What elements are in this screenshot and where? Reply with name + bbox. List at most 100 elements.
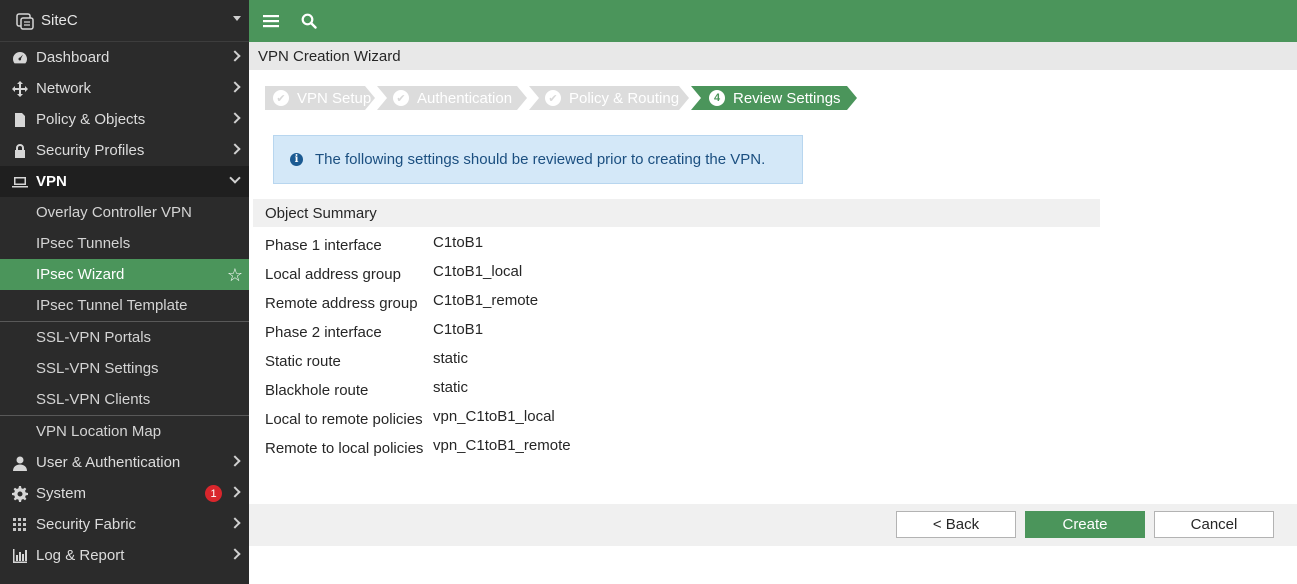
summary-label: Local address group <box>265 266 401 283</box>
network-icon <box>11 80 29 98</box>
sidebar-subitem-overlay-controller-vpn[interactable]: Overlay Controller VPN <box>0 197 249 228</box>
wizard-step-label: Authentication <box>417 89 513 107</box>
sidebar-subitem-vpn-location-map[interactable]: VPN Location Map <box>0 416 249 447</box>
sidebar-item-label: Security Profiles <box>36 142 145 159</box>
user-icon <box>11 454 29 472</box>
info-message: The following settings should be reviewe… <box>315 151 766 168</box>
summary-row: Local to remote policies vpn_C1toB1_local <box>265 406 865 435</box>
sidebar-subitem-ipsec-tunnels[interactable]: IPsec Tunnels <box>0 228 249 259</box>
summary-value: C1toB1_remote <box>433 292 539 309</box>
chevron-right-icon <box>229 112 241 124</box>
sidebar-item-label: User & Authentication <box>36 454 181 471</box>
chevron-right-icon <box>229 548 241 560</box>
summary-label: Static route <box>265 353 341 370</box>
summary-value: static <box>433 379 469 396</box>
sidebar-subitem-ipsec-wizard[interactable]: IPsec Wizard ☆ <box>0 259 249 290</box>
sidebar-item-dashboard[interactable]: Dashboard <box>0 42 249 73</box>
summary-row: Local address group C1toB1_local <box>265 261 865 290</box>
notification-badge: 1 <box>205 485 222 502</box>
sidebar-item-security-profiles[interactable]: Security Profiles <box>0 135 249 166</box>
chevron-right-icon <box>229 517 241 529</box>
site-name: SiteC <box>41 12 78 29</box>
sidebar-subitem-label: VPN Location Map <box>36 423 162 440</box>
summary-row: Static route static <box>265 348 865 377</box>
sidebar-item-system[interactable]: System 1 <box>0 478 249 509</box>
sidebar-subitem-label: SSL-VPN Clients <box>36 391 151 408</box>
hamburger-menu-icon[interactable] <box>263 13 279 29</box>
sidebar: SiteC Dashboard Network Policy & Objects… <box>0 0 249 584</box>
sidebar-item-log-report[interactable]: Log & Report <box>0 540 249 571</box>
summary-value: vpn_C1toB1_local <box>433 408 555 425</box>
sidebar-subitem-label: IPsec Wizard <box>36 266 125 283</box>
summary-label: Phase 1 interface <box>265 237 382 254</box>
chevron-down-icon <box>229 172 241 184</box>
sidebar-item-label: Network <box>36 80 92 97</box>
object-summary-header: Object Summary <box>253 199 1100 227</box>
gear-icon <box>11 485 29 503</box>
sidebar-subitem-label: IPsec Tunnels <box>36 235 131 252</box>
sidebar-item-network[interactable]: Network <box>0 73 249 104</box>
sidebar-item-label: Policy & Objects <box>36 111 146 128</box>
summary-value: C1toB1 <box>433 234 484 251</box>
sidebar-subitem-label: Overlay Controller VPN <box>36 204 192 221</box>
page-title: VPN Creation Wizard <box>249 42 1297 70</box>
sidebar-subitem-ssl-vpn-portals[interactable]: SSL-VPN Portals <box>0 322 249 353</box>
chevron-right-icon <box>229 81 241 93</box>
check-icon: ✔ <box>393 90 409 106</box>
sidebar-item-label: VPN <box>36 173 67 190</box>
summary-label: Remote address group <box>265 295 418 312</box>
summary-label: Local to remote policies <box>265 411 423 428</box>
sidebar-item-label: Log & Report <box>36 547 125 564</box>
sidebar-subitem-label: SSL-VPN Portals <box>36 329 152 346</box>
summary-label: Phase 2 interface <box>265 324 382 341</box>
chevron-right-icon <box>229 455 241 467</box>
summary-value: vpn_C1toB1_remote <box>433 437 571 454</box>
lock-icon <box>11 142 29 160</box>
wizard-step-label: Review Settings <box>733 89 841 107</box>
check-icon: ✔ <box>545 90 561 106</box>
dashboard-icon <box>11 49 29 67</box>
info-icon: i <box>290 153 303 166</box>
summary-row: Remote to local policies vpn_C1toB1_remot… <box>265 435 865 464</box>
summary-value: C1toB1 <box>433 321 484 338</box>
summary-row: Phase 2 interface C1toB1 <box>265 319 865 348</box>
back-button[interactable]: < Back <box>896 511 1016 538</box>
sidebar-item-user-authentication[interactable]: User & Authentication <box>0 447 249 478</box>
wizard-step-label: VPN Setup <box>297 89 372 107</box>
cancel-button[interactable]: Cancel <box>1154 511 1274 538</box>
wizard-step-authentication[interactable]: ✔ Authentication <box>377 86 527 110</box>
create-button[interactable]: Create <box>1025 511 1145 538</box>
wizard-step-review-settings[interactable]: 4 Review Settings <box>691 86 857 110</box>
check-icon: ✔ <box>273 90 289 106</box>
sidebar-subitem-ssl-vpn-clients[interactable]: SSL-VPN Clients <box>0 384 249 415</box>
sidebar-item-security-fabric[interactable]: Security Fabric <box>0 509 249 540</box>
main-content: VPN Creation Wizard ✔ VPN Setup ✔ Authenti… <box>249 42 1297 584</box>
summary-value: static <box>433 350 469 367</box>
site-selector[interactable]: SiteC <box>0 0 249 42</box>
sidebar-subitem-ssl-vpn-settings[interactable]: SSL-VPN Settings <box>0 353 249 384</box>
chevron-right-icon <box>229 50 241 62</box>
wizard-step-label: Policy & Routing <box>569 89 680 107</box>
star-icon[interactable]: ☆ <box>227 265 243 286</box>
sidebar-subitem-label: SSL-VPN Settings <box>36 360 159 377</box>
sidebar-item-label: Security Fabric <box>36 516 137 533</box>
summary-value: C1toB1_local <box>433 263 523 280</box>
object-summary-list: Phase 1 interface C1toB1 Local address gr… <box>265 232 865 464</box>
step-number: 4 <box>709 90 725 106</box>
chevron-right-icon <box>229 143 241 155</box>
sidebar-item-label: Dashboard <box>36 49 110 66</box>
wizard-step-vpn-setup[interactable]: ✔ VPN Setup <box>265 86 375 110</box>
caret-down-icon <box>233 16 241 21</box>
wizard-footer: < Back Create Cancel <box>249 504 1297 546</box>
summary-row: Remote address group C1toB1_remote <box>265 290 865 319</box>
search-icon[interactable] <box>301 13 317 29</box>
summary-label: Remote to local policies <box>265 440 424 457</box>
sidebar-subitem-ipsec-tunnel-template[interactable]: IPsec Tunnel Template <box>0 290 249 321</box>
wizard-step-policy-routing[interactable]: ✔ Policy & Routing <box>529 86 689 110</box>
site-icon <box>16 12 34 30</box>
sidebar-item-policy-objects[interactable]: Policy & Objects <box>0 104 249 135</box>
sidebar-item-vpn[interactable]: VPN <box>0 166 249 197</box>
top-bar <box>249 0 1297 42</box>
chevron-right-icon <box>229 486 241 498</box>
sidebar-item-label: System <box>36 485 87 502</box>
